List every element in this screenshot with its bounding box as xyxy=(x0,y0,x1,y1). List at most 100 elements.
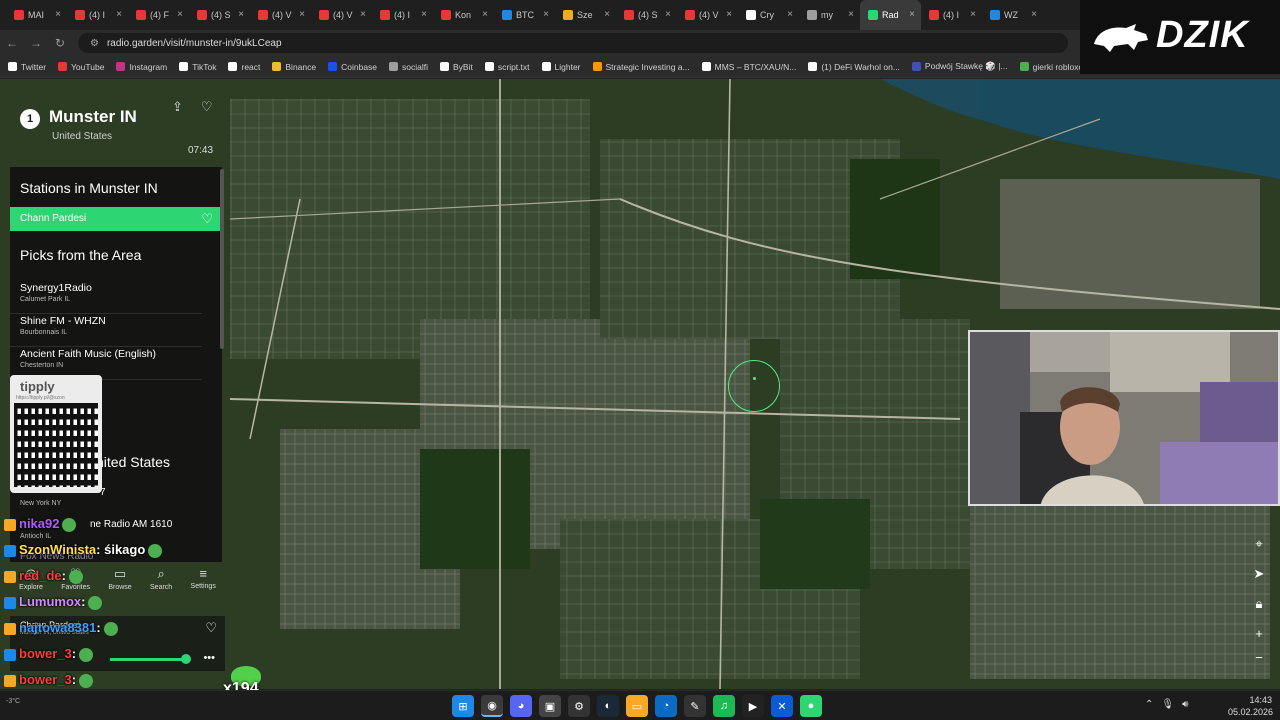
location-marker[interactable] xyxy=(728,360,780,412)
tab-close-icon[interactable]: × xyxy=(1031,9,1037,20)
tab-close-icon[interactable]: × xyxy=(360,9,366,20)
active-station-row[interactable]: Chann Pardesi ♡ xyxy=(10,207,221,231)
start-icon[interactable]: ⊞ xyxy=(452,695,474,717)
volume-icon[interactable]: 🔊︎ xyxy=(1182,699,1188,710)
browser-tab[interactable]: (4) S × xyxy=(616,0,677,30)
browser-tab[interactable]: (4) S × xyxy=(189,0,250,30)
zoom-out-button[interactable]: − xyxy=(1248,650,1270,665)
discord-icon[interactable]: ◕ xyxy=(510,695,532,717)
browser-tab[interactable]: (4) I × xyxy=(921,0,982,30)
browser-tab[interactable]: BTC × xyxy=(494,0,555,30)
chat-emote-icon xyxy=(79,673,94,688)
more-icon[interactable]: ••• xyxy=(203,652,215,664)
browser-tab[interactable]: WZ × xyxy=(982,0,1043,30)
bookmark-item[interactable]: Lighter xyxy=(541,62,581,72)
tab-close-icon[interactable]: × xyxy=(299,9,305,20)
heart-icon[interactable]: ♡ xyxy=(201,207,213,231)
tool-icon[interactable]: ✎ xyxy=(684,695,706,717)
bookmark-item[interactable]: Binance xyxy=(272,62,316,72)
tab-close-icon[interactable]: × xyxy=(177,9,183,20)
player-heart-icon[interactable]: ♡ xyxy=(205,620,217,636)
steam-icon[interactable]: ◐ xyxy=(597,695,619,717)
bookmark-item[interactable]: socialfi xyxy=(389,62,428,72)
location-pin-icon[interactable]: ⌖ xyxy=(1248,536,1270,552)
tab-close-icon[interactable]: × xyxy=(787,9,793,20)
pick-item[interactable]: Synergy1Radio Calumet Park IL xyxy=(10,281,202,314)
city-name: Munster IN xyxy=(49,107,137,126)
volume-slider[interactable] xyxy=(110,658,186,661)
lock-icon[interactable]: 🔒︎ xyxy=(1248,596,1270,612)
nav-label: Favorites xyxy=(61,584,91,591)
spotify-icon[interactable]: ♫ xyxy=(713,695,735,717)
tab-close-icon[interactable]: × xyxy=(970,9,976,20)
bookmark-icon xyxy=(272,62,282,71)
radio-garden-icon[interactable]: ● xyxy=(800,695,822,717)
media-icon[interactable]: ▶ xyxy=(742,695,764,717)
back-button[interactable]: ← xyxy=(0,36,24,50)
address-bar[interactable]: ⚙ radio.garden/visit/munster-in/9ukLCeap xyxy=(78,33,1068,53)
nav-search[interactable]: ⌕ Search xyxy=(150,566,172,596)
bookmark-item[interactable]: Strategic Investing a... xyxy=(592,62,690,72)
browser-tab[interactable]: MAI × xyxy=(6,0,67,30)
file-explorer-icon[interactable]: ▭ xyxy=(626,695,648,717)
bookmark-item[interactable]: script.txt xyxy=(484,62,530,72)
tab-close-icon[interactable]: × xyxy=(543,9,549,20)
navigate-icon[interactable]: ➤ xyxy=(1248,566,1270,582)
share-icon[interactable]: ⇪ xyxy=(172,99,183,115)
bookmark-item[interactable]: ByBit xyxy=(440,62,473,72)
tab-close-icon[interactable]: × xyxy=(726,9,732,20)
panel-scrollbar[interactable] xyxy=(220,169,224,349)
app-icon[interactable]: ⚙ xyxy=(568,695,590,717)
clock[interactable]: 14:43 05.02.2026 xyxy=(1228,694,1273,718)
app-x-icon[interactable]: ✕ xyxy=(771,695,793,717)
tray-expand-icon[interactable]: ⌃ xyxy=(1145,699,1153,710)
browser-tab[interactable]: (4) V × xyxy=(677,0,738,30)
nav-settings[interactable]: ≡ Settings xyxy=(191,566,216,596)
zoom-in-button[interactable]: + xyxy=(1248,626,1270,641)
chrome-icon[interactable]: ◉ xyxy=(481,695,503,717)
bookmark-icon xyxy=(484,62,494,71)
pick-item[interactable]: Shine FM - WHZN Bourbonnais IL xyxy=(10,314,202,347)
tab-close-icon[interactable]: × xyxy=(421,9,427,20)
site-info-icon[interactable]: ⚙ xyxy=(90,38,99,49)
browser-tab[interactable]: (4) V × xyxy=(311,0,372,30)
partial-station-2[interactable]: ne Radio AM 1610 xyxy=(90,519,172,530)
mic-icon[interactable]: 🎙︎ xyxy=(1161,699,1174,710)
bookmark-label: YouTube xyxy=(71,61,105,72)
reload-button[interactable]: ↻ xyxy=(48,36,72,50)
browser-tab[interactable]: (4) I × xyxy=(372,0,433,30)
bookmark-item[interactable]: react xyxy=(228,62,260,72)
browser-tab[interactable]: Cry × xyxy=(738,0,799,30)
chat-emote-icon xyxy=(79,647,94,662)
bookmark-item[interactable]: Podwój Stawkę 🎲 |... xyxy=(911,61,1008,72)
favorite-heart-icon[interactable]: ♡ xyxy=(201,99,213,115)
edge-icon[interactable]: ◔ xyxy=(655,695,677,717)
bookmark-item[interactable]: YouTube xyxy=(58,62,104,72)
forward-button[interactable]: → xyxy=(24,36,48,50)
browser-tab[interactable]: (4) F × xyxy=(128,0,189,30)
obs-icon[interactable]: ▣ xyxy=(539,695,561,717)
bookmark-item[interactable]: Twitter xyxy=(8,62,46,72)
browser-tab[interactable]: Sze × xyxy=(555,0,616,30)
tab-close-icon[interactable]: × xyxy=(604,9,610,20)
bookmark-item[interactable]: MMS – BTC/XAU/N... xyxy=(701,62,796,72)
volume-knob[interactable] xyxy=(181,654,191,664)
tab-close-icon[interactable]: × xyxy=(238,9,244,20)
tab-close-icon[interactable]: × xyxy=(116,9,122,20)
tab-close-icon[interactable]: × xyxy=(482,9,488,20)
tab-close-icon[interactable]: × xyxy=(665,9,671,20)
browser-tab[interactable]: (4) I × xyxy=(67,0,128,30)
browser-tab[interactable]: Kon × xyxy=(433,0,494,30)
bookmark-item[interactable]: TikTok xyxy=(179,62,216,72)
tab-close-icon[interactable]: × xyxy=(909,9,915,20)
nav-browse[interactable]: ▭ Browse xyxy=(108,566,131,596)
browser-tab[interactable]: Rad × xyxy=(860,0,921,30)
bookmark-item[interactable]: (1) DeFi Warhol on... xyxy=(808,62,900,72)
bookmark-item[interactable]: Instagram xyxy=(116,62,167,72)
browser-tab[interactable]: (4) V × xyxy=(250,0,311,30)
tab-close-icon[interactable]: × xyxy=(848,9,854,20)
weather-widget[interactable]: -3°C xyxy=(6,698,20,705)
bookmark-item[interactable]: Coinbase xyxy=(328,62,377,72)
tab-close-icon[interactable]: × xyxy=(55,9,61,20)
browser-tab[interactable]: my × xyxy=(799,0,860,30)
